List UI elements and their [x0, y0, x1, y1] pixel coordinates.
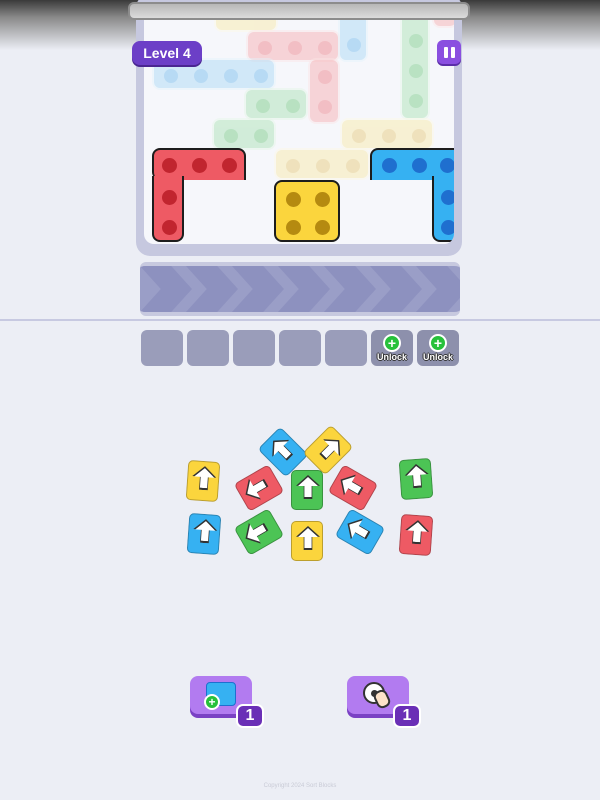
board-tray — [136, 0, 462, 256]
tile-yellow[interactable] — [291, 521, 323, 561]
tile-yellow[interactable] — [185, 459, 221, 503]
conveyor-belt — [140, 262, 460, 316]
chevron-right-icon — [140, 266, 192, 312]
chevron-right-icon — [232, 266, 284, 312]
empty-slot — [325, 330, 367, 366]
tile-green[interactable] — [398, 457, 434, 501]
plus-icon: + — [429, 334, 447, 352]
tray-rim — [128, 2, 470, 20]
unlock-label: Unlock — [422, 352, 453, 362]
unlock-label: Unlock — [376, 352, 407, 362]
faded-mint-z-bottom — [212, 118, 276, 150]
pause-icon-bar-right — [450, 46, 455, 58]
tile-blue[interactable] — [334, 508, 386, 556]
divider — [0, 319, 600, 321]
tile-red[interactable] — [233, 464, 285, 512]
chevron-right-icon — [278, 266, 330, 312]
pause-button[interactable] — [437, 40, 461, 64]
faded-mint-column — [400, 10, 430, 120]
red-l-block-stem[interactable] — [152, 176, 184, 242]
locked-slot-unlock-button[interactable]: + Unlock — [417, 330, 459, 366]
plus-icon: + — [383, 334, 401, 352]
chevron-right-icon — [416, 266, 460, 312]
magnet-pick-booster[interactable]: 1 — [347, 676, 421, 728]
faded-mint-z-top — [244, 88, 308, 120]
faded-cream-top — [340, 118, 434, 150]
level-label: Level 4 — [143, 45, 191, 61]
faded-cream-bottom — [274, 148, 370, 180]
empty-slot — [141, 330, 183, 366]
chevron-right-icon — [186, 266, 238, 312]
empty-slot — [187, 330, 229, 366]
hand-icon — [371, 687, 393, 711]
add-block-booster[interactable]: + 1 — [190, 676, 264, 728]
chevron-right-icon — [324, 266, 376, 312]
footer-text: Copyright 2024 Sort Blocks — [263, 783, 337, 789]
tile-blue[interactable] — [186, 512, 222, 556]
plus-icon: + — [204, 694, 220, 710]
board-area — [144, 2, 454, 244]
booster-count-badge: 1 — [236, 704, 264, 728]
tile-green[interactable] — [291, 470, 323, 510]
blue-l-block-stem[interactable] — [432, 176, 454, 242]
tile-red[interactable] — [398, 513, 434, 557]
empty-slot — [279, 330, 321, 366]
level-badge: Level 4 — [132, 41, 202, 65]
booster-count-badge: 1 — [393, 704, 421, 728]
empty-slot — [233, 330, 275, 366]
chevron-right-icon — [370, 266, 422, 312]
tile-green[interactable] — [233, 508, 285, 556]
yellow-square-block[interactable] — [274, 180, 340, 242]
pause-icon-bar-left — [443, 46, 448, 58]
tile-red[interactable] — [327, 464, 379, 512]
locked-slot-unlock-button[interactable]: + Unlock — [371, 330, 413, 366]
faded-pink-stem — [308, 58, 340, 124]
